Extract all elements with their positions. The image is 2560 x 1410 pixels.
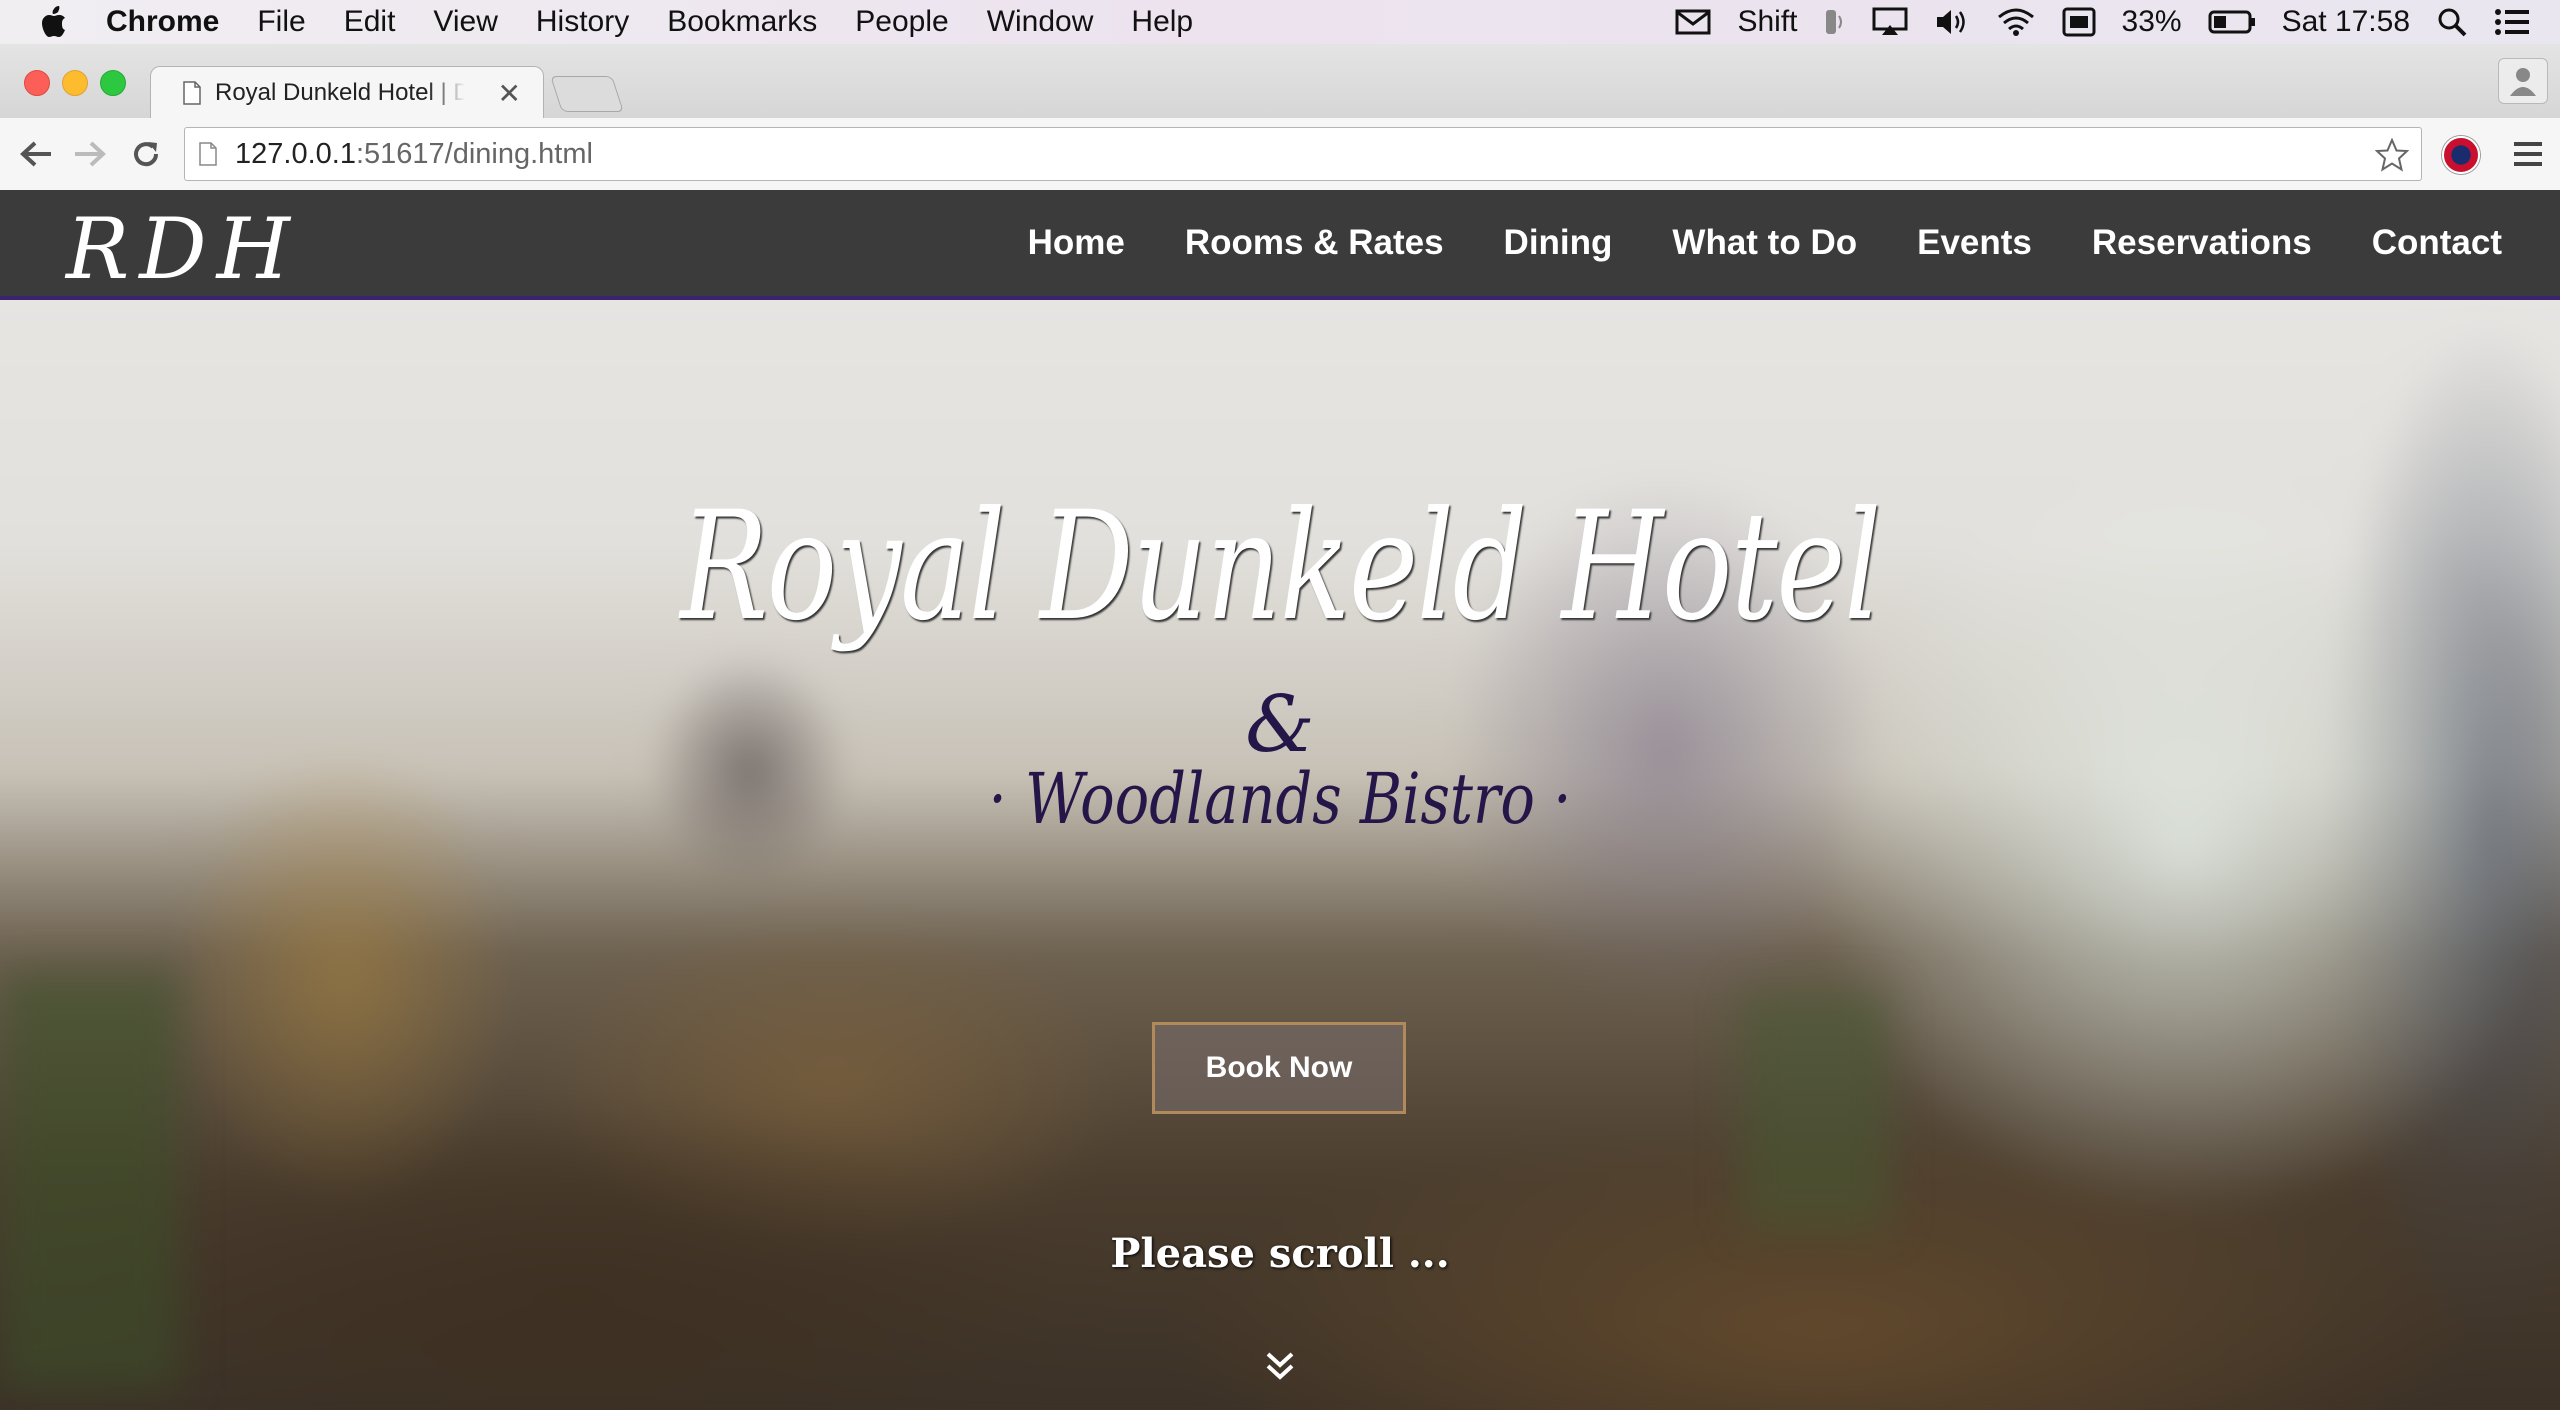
window-minimize-button[interactable] (62, 70, 88, 96)
reload-icon (134, 142, 159, 167)
back-button[interactable] (18, 136, 54, 172)
bookmark-star-icon[interactable] (2375, 138, 2409, 172)
apple-menu-icon[interactable] (38, 5, 70, 39)
profile-button[interactable] (2498, 58, 2548, 104)
mail-icon[interactable] (1675, 8, 1711, 36)
hero-title: Royal Dunkeld Hotel (680, 480, 1881, 654)
chrome-menu-button[interactable] (2510, 136, 2546, 172)
address-bar[interactable]: 127.0.0.1:51617/dining.html (184, 127, 2422, 181)
battery-percent[interactable]: 33% (2122, 5, 2182, 39)
window-maximize-button[interactable] (100, 70, 126, 96)
shift-indicator[interactable]: Shift (1737, 5, 1797, 39)
scroll-hint: Please scroll ... (1110, 1230, 1450, 1277)
nav-events[interactable]: Events (1917, 223, 2032, 263)
hero-subtitle: · Woodlands Bistro · (988, 758, 1572, 840)
browser-tab-active[interactable]: Royal Dunkeld Hotel | Dining ✕ (150, 66, 544, 119)
new-tab-button[interactable] (550, 76, 624, 112)
hero-background-detail (1740, 990, 1890, 1230)
menu-view[interactable]: View (433, 5, 497, 39)
menubar-status-area: Shift 33% Sat 17:58 (1675, 0, 2530, 44)
hamburger-menu-icon (2514, 142, 2542, 166)
wifi-icon[interactable] (1996, 7, 2036, 37)
tab-title: Royal Dunkeld Hotel | Dining (215, 79, 465, 106)
forward-arrow-icon (75, 141, 106, 167)
extension-badge-icon[interactable] (2442, 136, 2480, 174)
person-icon (2510, 68, 2536, 96)
page-favicon-icon (183, 81, 201, 105)
menu-bookmarks[interactable]: Bookmarks (667, 5, 817, 39)
back-arrow-icon (20, 141, 51, 167)
tab-close-icon[interactable]: ✕ (498, 77, 521, 110)
spotlight-search-icon[interactable] (2436, 6, 2468, 38)
double-chevron-down-icon[interactable] (1262, 1348, 1298, 1384)
site-nav-links: Home Rooms & Rates Dining What to Do Eve… (1028, 190, 2502, 296)
nav-contact[interactable]: Contact (2372, 223, 2502, 263)
menu-people[interactable]: People (855, 5, 948, 39)
menubar-clock[interactable]: Sat 17:58 (2282, 5, 2410, 39)
keyboard-input-icon[interactable] (2062, 7, 2096, 37)
nav-what-to-do[interactable]: What to Do (1672, 223, 1857, 263)
volume-icon[interactable] (1934, 7, 1970, 37)
url-host: 127.0.0.1 (235, 137, 356, 170)
nav-dining[interactable]: Dining (1504, 223, 1613, 263)
menu-chrome[interactable]: Chrome (106, 5, 219, 39)
menu-edit[interactable]: Edit (344, 5, 396, 39)
menu-window[interactable]: Window (987, 5, 1094, 39)
site-navbar: RDH Home Rooms & Rates Dining What to Do… (0, 190, 2560, 300)
macos-menubar: Chrome File Edit View History Bookmarks … (0, 0, 2560, 44)
sound-device-icon[interactable] (1824, 6, 1846, 38)
address-url: 127.0.0.1:51617/dining.html (235, 138, 593, 171)
airplay-icon[interactable] (1872, 7, 1908, 37)
nav-home[interactable]: Home (1028, 223, 1125, 263)
hero-ampersand: & (1245, 680, 1315, 770)
nav-rooms-rates[interactable]: Rooms & Rates (1185, 223, 1444, 263)
browser-tab-strip: Royal Dunkeld Hotel | Dining ✕ (0, 44, 2560, 119)
page-info-icon[interactable] (199, 142, 217, 166)
menu-help[interactable]: Help (1131, 5, 1193, 39)
book-now-button[interactable]: Book Now (1152, 1022, 1406, 1114)
notification-center-icon[interactable] (2494, 8, 2530, 36)
forward-button[interactable] (72, 136, 108, 172)
hero-background-detail (0, 970, 180, 1390)
browser-toolbar: 127.0.0.1:51617/dining.html (0, 118, 2560, 191)
nav-reservations[interactable]: Reservations (2092, 223, 2312, 263)
url-path: :51617/dining.html (355, 137, 593, 170)
web-page: RDH Home Rooms & Rates Dining What to Do… (0, 190, 2560, 1410)
site-logo[interactable]: RDH (66, 200, 300, 298)
window-close-button[interactable] (24, 70, 50, 96)
reload-button[interactable] (128, 136, 164, 172)
battery-icon[interactable] (2208, 9, 2256, 35)
menu-history[interactable]: History (536, 5, 629, 39)
menu-file[interactable]: File (257, 5, 305, 39)
